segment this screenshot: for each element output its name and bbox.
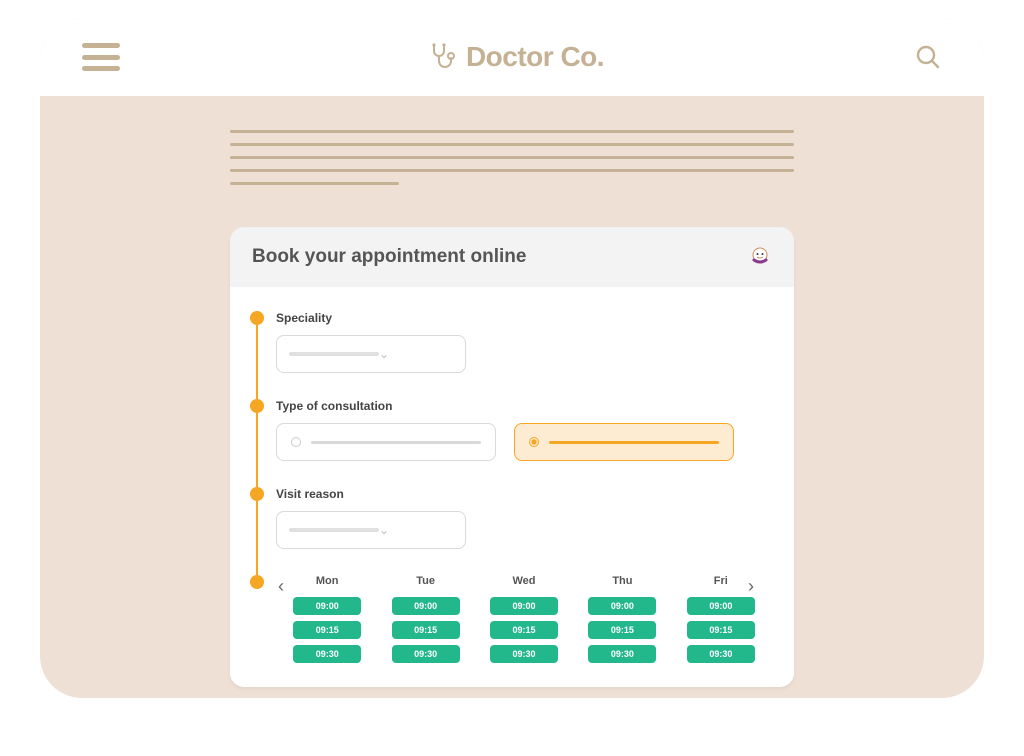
day-label: Fri [714,575,728,587]
text-placeholder [230,130,794,185]
time-slot[interactable]: 09:00 [588,597,656,615]
booking-body: Speciality ⌄ Type of consultation [230,287,794,687]
chevron-down-icon: ⌄ [379,523,389,537]
time-slot[interactable]: 09:30 [490,645,558,663]
calendar-prev-button[interactable]: ‹ [270,575,292,597]
mascot-icon [748,245,772,269]
time-slot[interactable]: 09:00 [293,597,361,615]
calendar-column: Mon 09:00 09:15 09:30 [290,575,364,663]
menu-icon[interactable] [82,43,120,71]
top-bar: Doctor Co. [40,18,984,96]
speciality-select[interactable]: ⌄ [276,335,466,373]
step-calendar: ‹ › Mon 09:00 09:15 09:30 Tue 09:00 09:15 09:30… [230,575,794,663]
time-slot[interactable]: 09:00 [392,597,460,615]
radio-icon [529,437,539,447]
calendar-next-button[interactable]: › [740,575,762,597]
page-content: Book your appointment online Speciality [40,96,984,687]
step-visit-reason: Visit reason ⌄ [230,487,794,575]
day-label: Mon [316,575,339,587]
day-label: Wed [513,575,536,587]
consultation-label: Type of consultation [276,399,772,413]
visit-reason-select[interactable]: ⌄ [276,511,466,549]
consultation-option-2[interactable] [514,423,734,461]
time-slot[interactable]: 09:15 [293,621,361,639]
time-slot[interactable]: 09:15 [392,621,460,639]
time-slot[interactable]: 09:15 [490,621,558,639]
time-slot[interactable]: 09:30 [687,645,755,663]
radio-icon [291,437,301,447]
stethoscope-icon [430,42,456,72]
time-slot[interactable]: 09:00 [687,597,755,615]
time-slot[interactable]: 09:15 [588,621,656,639]
step-speciality: Speciality ⌄ [230,311,794,399]
booking-card: Book your appointment online Speciality [230,227,794,687]
calendar-column: Wed 09:00 09:15 09:30 [487,575,561,663]
chevron-down-icon: ⌄ [379,347,389,361]
step-consultation-type: Type of consultation [230,399,794,487]
search-icon[interactable] [914,43,942,71]
time-slot[interactable]: 09:30 [392,645,460,663]
calendar-column: Tue 09:00 09:15 09:30 [388,575,462,663]
brand-logo[interactable]: Doctor Co. [430,41,604,73]
booking-title: Book your appointment online [252,246,526,268]
time-slot[interactable]: 09:00 [490,597,558,615]
consultation-option-1[interactable] [276,423,496,461]
device-frame: Doctor Co. Book your appointment online [40,18,984,698]
speciality-label: Speciality [276,311,772,325]
day-label: Tue [416,575,435,587]
time-slot[interactable]: 09:30 [588,645,656,663]
visit-label: Visit reason [276,487,772,501]
time-slot[interactable]: 09:15 [687,621,755,639]
brand-name: Doctor Co. [466,41,604,73]
day-label: Thu [612,575,632,587]
time-slot[interactable]: 09:30 [293,645,361,663]
booking-header: Book your appointment online [230,227,794,287]
calendar: ‹ › Mon09:0009:1509:30Tue09:0009:1509:30… [276,575,772,663]
calendar-column: Thu 09:00 09:15 09:30 [585,575,659,663]
